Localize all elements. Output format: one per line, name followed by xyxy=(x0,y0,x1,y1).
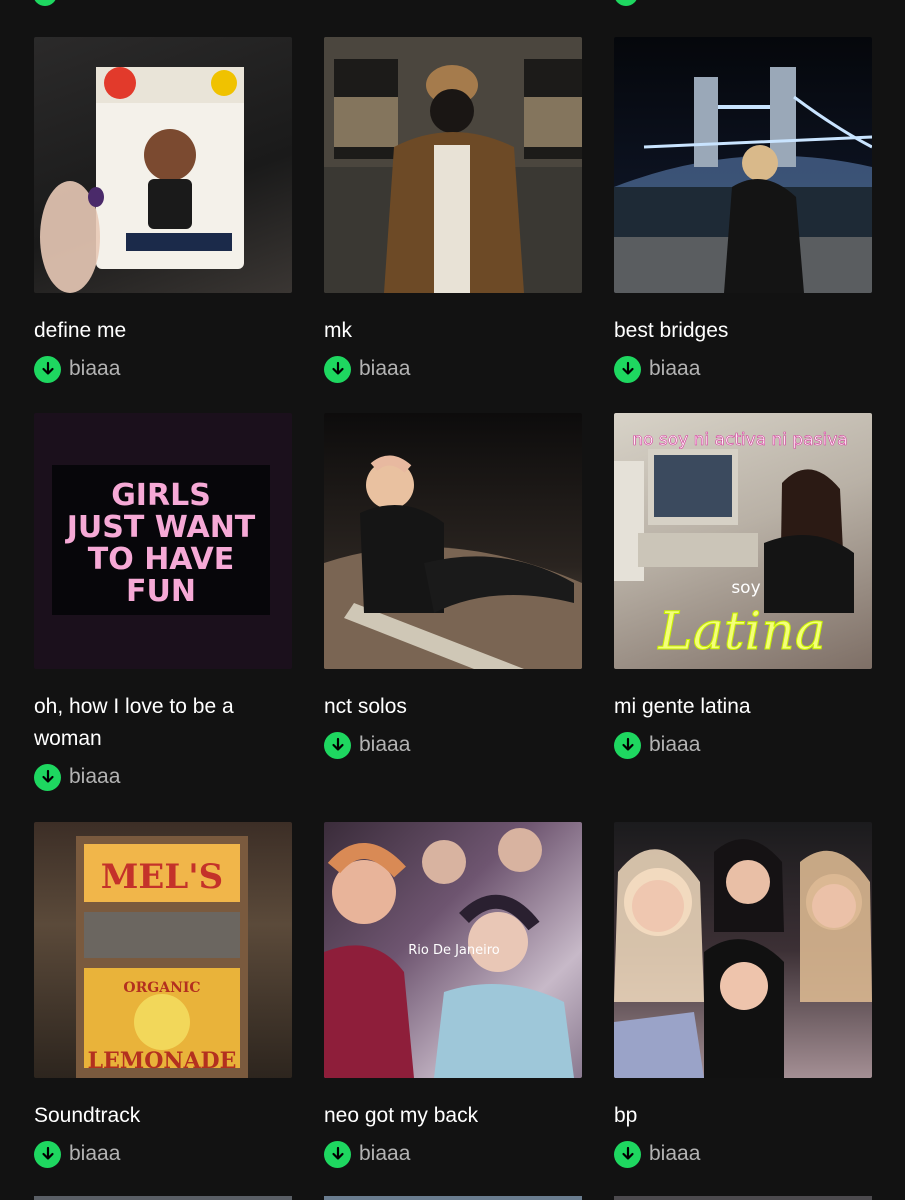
cover-text: soy xyxy=(731,578,760,598)
cover-text: Latina xyxy=(657,602,826,662)
cover-text: no soy ni activa ni pasiva xyxy=(632,430,847,450)
playlist-cover[interactable]: GIRLS JUST WANT TO HAVE FUN xyxy=(34,413,292,669)
download-icon xyxy=(34,355,61,383)
playlist-owner-row: biaaa xyxy=(324,355,582,383)
playlist-owner: biaaa xyxy=(649,357,701,380)
playlist-cover[interactable] xyxy=(324,37,582,293)
download-icon xyxy=(34,1140,61,1168)
download-icon xyxy=(324,731,351,759)
playlist-owner: biaaa xyxy=(69,357,121,380)
playlist-cover[interactable]: no soy ni activa ni pasiva soy Latina xyxy=(614,413,872,669)
playlist-title[interactable]: Soundtrack xyxy=(34,1100,254,1132)
playlist-card[interactable]: bp biaaa xyxy=(614,822,872,1168)
download-icon xyxy=(614,731,641,759)
cover-text: TO HAVE xyxy=(88,542,234,577)
playlist-card[interactable]: no soy ni activa ni pasiva soy Latina mi… xyxy=(614,413,872,759)
playlist-cover-partial[interactable] xyxy=(324,1196,582,1200)
playlist-title[interactable]: oh, how I love to be a woman xyxy=(34,691,254,755)
playlist-card[interactable]: GIRLS JUST WANT TO HAVE FUN oh, how I lo… xyxy=(34,413,292,791)
cover-text: LEMONADE xyxy=(88,1048,237,1074)
download-icon xyxy=(324,355,351,383)
playlist-cover[interactable] xyxy=(614,822,872,1078)
playlist-owner-row: biaaa xyxy=(34,355,292,383)
playlist-title[interactable]: best bridges xyxy=(614,315,834,347)
playlist-grid: define me biaaa mk biaaa best bridges bi… xyxy=(0,0,905,1200)
playlist-owner-row: biaaa xyxy=(324,1140,582,1168)
cover-text: ORGANIC xyxy=(123,980,200,996)
playlist-cover-partial[interactable] xyxy=(34,1196,292,1200)
download-icon xyxy=(324,1140,351,1168)
playlist-card[interactable]: nct solos biaaa xyxy=(324,413,582,759)
playlist-title[interactable]: mi gente latina xyxy=(614,691,834,723)
playlist-title[interactable]: neo got my back xyxy=(324,1100,544,1132)
playlist-card[interactable]: Rio De Janeiro neo got my back biaaa xyxy=(324,822,582,1168)
playlist-owner: biaaa xyxy=(359,1142,411,1165)
cover-text: MEL'S xyxy=(101,857,223,897)
playlist-card[interactable]: mk biaaa xyxy=(324,37,582,383)
playlist-owner: biaaa xyxy=(69,765,121,788)
playlist-cover-partial[interactable] xyxy=(614,1196,872,1200)
download-icon xyxy=(614,1140,641,1168)
cover-text: FUN xyxy=(126,574,196,609)
playlist-cover[interactable]: Rio De Janeiro xyxy=(324,822,582,1078)
download-icon xyxy=(614,355,641,383)
playlist-owner-row: biaaa xyxy=(614,731,872,759)
playlist-owner: biaaa xyxy=(359,733,411,756)
playlist-title[interactable]: define me xyxy=(34,315,254,347)
playlist-cover[interactable] xyxy=(34,37,292,293)
playlist-card[interactable]: MEL'S ORGANIC LEMONADE Soundtrack biaaa xyxy=(34,822,292,1168)
playlist-owner-row: biaaa xyxy=(34,763,292,791)
playlist-owner: biaaa xyxy=(69,1142,121,1165)
playlist-cover[interactable] xyxy=(614,37,872,293)
playlist-title[interactable]: bp xyxy=(614,1100,834,1132)
cover-text: Rio De Janeiro xyxy=(408,943,500,958)
playlist-owner: biaaa xyxy=(649,1142,701,1165)
playlist-owner-row: biaaa xyxy=(614,355,872,383)
cover-text: GIRLS xyxy=(111,478,211,513)
playlist-cover[interactable] xyxy=(324,413,582,669)
playlist-owner: biaaa xyxy=(359,357,411,380)
download-icon xyxy=(34,763,61,791)
playlist-card[interactable]: define me biaaa xyxy=(34,37,292,383)
cover-text: JUST WANT xyxy=(65,510,256,545)
library-grid-page: define me biaaa mk biaaa best bridges bi… xyxy=(0,0,905,1200)
playlist-owner: biaaa xyxy=(649,733,701,756)
playlist-card[interactable]: best bridges biaaa xyxy=(614,37,872,383)
playlist-title[interactable]: nct solos xyxy=(324,691,544,723)
playlist-owner-row: biaaa xyxy=(34,1140,292,1168)
playlist-owner-row: biaaa xyxy=(324,731,582,759)
playlist-owner-row: biaaa xyxy=(614,1140,872,1168)
playlist-cover[interactable]: MEL'S ORGANIC LEMONADE xyxy=(34,822,292,1078)
playlist-title[interactable]: mk xyxy=(324,315,544,347)
